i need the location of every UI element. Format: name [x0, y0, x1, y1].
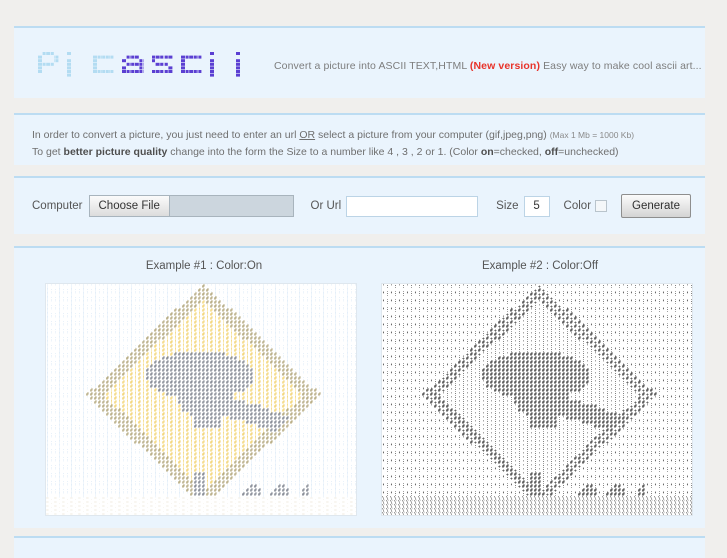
instructions-band: In order to convert a picture, you just …: [14, 113, 705, 165]
upload-form-band: Computer Choose File Or Url Size Color G…: [14, 176, 705, 234]
choose-file-button[interactable]: Choose File: [89, 196, 170, 216]
example-2-canvas: [382, 284, 692, 515]
footer-band: [14, 536, 705, 558]
instructions-line2-part-c: =checked,: [493, 146, 545, 158]
instructions-or: OR: [299, 129, 316, 141]
instructions-on-bold: on: [480, 146, 494, 158]
instructions-line1-part-a: In order to convert a picture, you just …: [32, 129, 300, 141]
picascii-logo[interactable]: [38, 46, 262, 80]
size-input[interactable]: [523, 195, 550, 217]
size-label: Size: [496, 200, 519, 212]
new-version-badge: (New version): [469, 60, 541, 72]
url-input[interactable]: [346, 195, 479, 217]
computer-label: Computer: [32, 200, 83, 212]
instructions-max-size: (Max 1 Mb = 1000 Kb): [549, 130, 635, 140]
example-1-caption: Example #1 : Color:On: [145, 260, 263, 272]
color-checkbox[interactable]: [595, 200, 608, 212]
url-label: Or Url: [310, 200, 342, 212]
example-1-ascii-art-color: [45, 283, 357, 516]
instructions-line-2: To get better picture quality change int…: [32, 144, 705, 161]
instructions-quality-bold: better picture quality: [63, 146, 168, 158]
example-2-ascii-art-mono: [381, 283, 693, 516]
file-input[interactable]: Choose File: [88, 195, 294, 217]
instructions-line-1: In order to convert a picture, you just …: [32, 127, 705, 144]
tagline: Convert a picture into ASCII TEXT,HTML (…: [274, 60, 702, 72]
instructions-line2-part-a: To get: [32, 146, 64, 158]
selected-file-name: [170, 196, 293, 216]
example-1-canvas: [46, 284, 356, 515]
color-label: Color: [563, 200, 592, 212]
tagline-before: Convert a picture into ASCII TEXT,HTML: [274, 60, 470, 72]
instructions-line2-part-b: change into the form the Size to a numbe…: [167, 146, 481, 158]
examples-band: Example #1 : Color:On Example #2 : Color…: [14, 246, 705, 528]
logo-canvas: [38, 46, 262, 80]
instructions-line1-part-b: select a picture from your computer (gif…: [315, 129, 550, 141]
example-2-caption: Example #2 : Color:Off: [481, 260, 599, 272]
instructions-line2-part-d: =unchecked): [558, 146, 619, 158]
instructions-off-bold: off: [544, 146, 559, 158]
upload-form: Computer Choose File Or Url Size Color G…: [14, 178, 705, 234]
header-band: Convert a picture into ASCII TEXT,HTML (…: [14, 26, 705, 98]
tagline-after: Easy way to make cool ascii art...: [540, 60, 702, 72]
generate-button[interactable]: Generate: [621, 194, 691, 218]
